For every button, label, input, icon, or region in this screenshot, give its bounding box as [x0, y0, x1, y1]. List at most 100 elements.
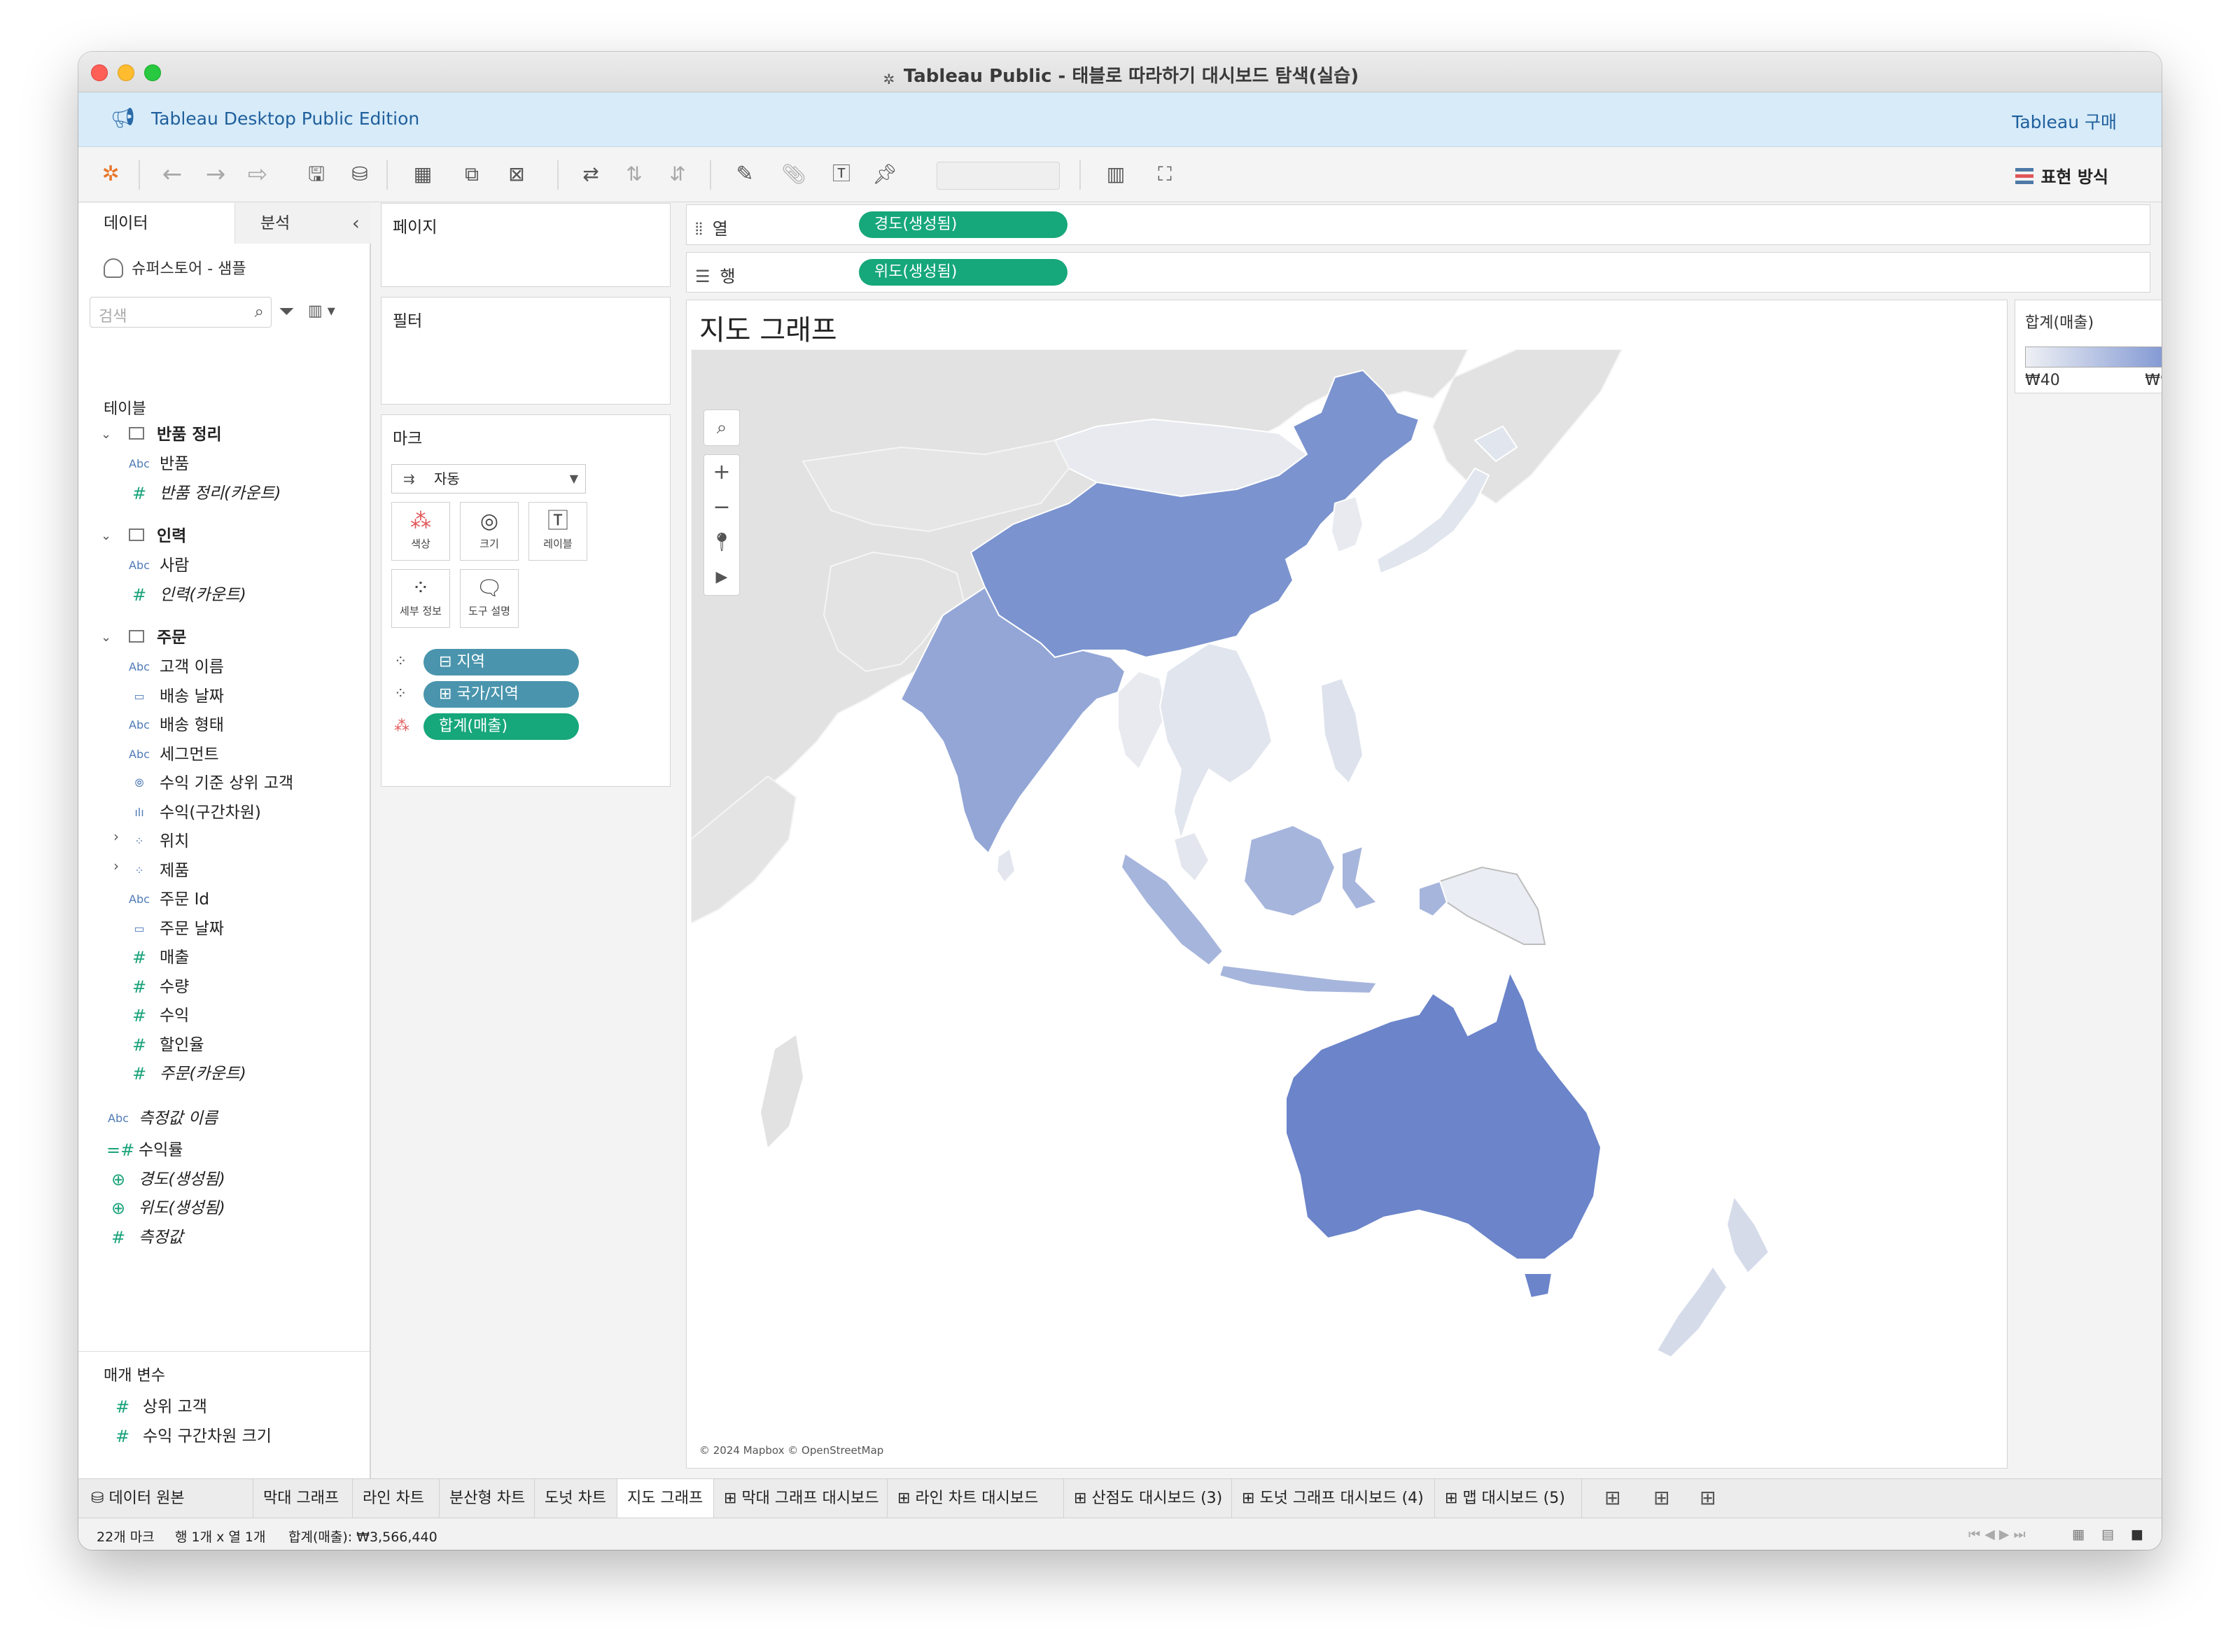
- detail-icon: ⁘: [412, 576, 430, 601]
- new-worksheet-tab-icon[interactable]: ⊞: [1604, 1486, 1620, 1509]
- new-datasource-icon[interactable]: ⛁: [344, 159, 375, 190]
- tab-analysis[interactable]: 분석: [235, 203, 371, 244]
- sheet-tab[interactable]: ⊞ 산점도 대시보드 (3): [1064, 1479, 1232, 1518]
- chevron-down-icon[interactable]: ⌄: [101, 421, 111, 448]
- chevron-down-icon[interactable]: ⌄: [101, 523, 111, 550]
- datasource-item[interactable]: 슈퍼스토어 - 샘플: [104, 256, 246, 279]
- pill-region[interactable]: ⊟ 지역: [424, 649, 579, 676]
- show-cards-icon[interactable]: ▥: [1100, 159, 1131, 190]
- new-dashboard-tab-icon[interactable]: ⊞: [1653, 1486, 1670, 1509]
- label-button[interactable]: 🅃︎ 레이블: [528, 502, 587, 561]
- duplicate-sheet-icon[interactable]: ⧉: [456, 159, 487, 190]
- group-members-icon[interactable]: 📎︎: [778, 159, 809, 190]
- sheet-tab[interactable]: ⊞ 맵 대시보드 (5): [1435, 1479, 1582, 1518]
- number-type-icon: #: [132, 1064, 147, 1084]
- mark-type-dropdown[interactable]: ⇉ 자동 ▼: [391, 464, 586, 493]
- number-type-icon: #: [132, 948, 147, 967]
- rows-shelf[interactable]: ☰ 행 위도(생성됨): [686, 252, 2150, 293]
- chevron-right-icon[interactable]: ›: [113, 828, 119, 845]
- chevron-down-icon[interactable]: ⌄: [101, 624, 111, 651]
- database-icon: ⛁: [91, 1490, 109, 1507]
- map-canvas[interactable]: ⌕ + − 📍︎ ▶: [691, 349, 2004, 1465]
- sheet-tab[interactable]: 막대 그래프: [253, 1479, 353, 1518]
- show-sheet-sorter-icon[interactable]: ▦: [2072, 1527, 2085, 1542]
- columns-shelf[interactable]: ⦙⦙ 열 경도(생성됨): [686, 204, 2150, 245]
- chevron-right-icon[interactable]: ›: [113, 858, 119, 874]
- pill-latitude[interactable]: 위도(생성됨): [859, 259, 1068, 286]
- status-rows-cols: 행 1개 x 열 1개: [175, 1530, 266, 1545]
- table-icon: [125, 624, 148, 651]
- tab-data[interactable]: 데이터: [78, 203, 235, 244]
- save-icon[interactable]: 🖫︎: [301, 159, 332, 190]
- hierarchy-icon: ⁘: [134, 834, 144, 848]
- swap-axes-icon[interactable]: ⇄: [575, 159, 606, 190]
- sheet-tab[interactable]: ⊞ 도넛 그래프 대시보드 (4): [1232, 1479, 1435, 1518]
- filters-card[interactable]: 필터: [381, 297, 671, 405]
- zoom-in-icon[interactable]: +: [704, 455, 739, 490]
- color-icon: ⁂: [394, 718, 410, 735]
- undo-icon[interactable]: ←: [157, 159, 188, 190]
- status-bar: 22개 마크 행 1개 x 열 1개 합계(매출): ₩3,566,440 ⏮ …: [78, 1518, 2162, 1550]
- show-me-icon: [2015, 168, 2034, 186]
- sheet-nav-icons[interactable]: ⏮ ◀ ▶ ⏭: [1968, 1527, 2026, 1542]
- new-worksheet-icon[interactable]: ▦: [407, 159, 438, 190]
- number-type-icon: #: [132, 976, 147, 997]
- set-icon: ⦾: [134, 776, 144, 790]
- search-input[interactable]: 검색 ⌕: [90, 297, 272, 328]
- detail-button[interactable]: ⁘ 세부 정보: [391, 569, 450, 628]
- sheet-tab[interactable]: 분산형 차트: [440, 1479, 535, 1518]
- color-icon: ⁂: [410, 509, 431, 533]
- legend-max: ₩925,236: [2145, 372, 2162, 389]
- sheet-tab[interactable]: 라인 차트: [353, 1479, 440, 1518]
- highlight-icon[interactable]: ✎: [729, 159, 760, 190]
- pin-map-icon[interactable]: 📍︎: [704, 525, 739, 560]
- legend-title: 합계(매출): [2025, 314, 2094, 332]
- sheet-tab[interactable]: ⛁ 데이터 원본: [78, 1479, 253, 1518]
- sheet-tab[interactable]: 지도 그래프: [617, 1479, 714, 1518]
- color-legend[interactable]: 합계(매출) ₩40 ₩925,236: [2015, 300, 2162, 393]
- sort-descending-icon[interactable]: ⇵: [662, 159, 693, 190]
- buy-tableau-link[interactable]: Tableau 구매: [2012, 108, 2117, 134]
- parameters-section: 매개 변수 # 상위 고객 # 수익 구간차원 크기: [78, 1351, 370, 1446]
- filter-icon[interactable]: ⏷: [279, 300, 294, 323]
- pill-sum-sales[interactable]: 합계(매출): [424, 713, 579, 740]
- sheet-tab[interactable]: ⊞ 라인 차트 대시보드: [888, 1479, 1064, 1518]
- pill-country[interactable]: ⊞ 국가/지역: [424, 681, 579, 708]
- show-me-button[interactable]: 표현 방식: [2015, 163, 2108, 188]
- clear-sheet-icon[interactable]: ⊠: [501, 159, 532, 190]
- fit-dropdown[interactable]: [937, 162, 1060, 190]
- replay-icon[interactable]: ⇨: [242, 159, 273, 190]
- geo-field-icon: ⊕: [111, 1169, 126, 1189]
- sheet-tab[interactable]: ⊞ 막대 그래프 대시보드: [714, 1479, 888, 1518]
- abc-type-icon: Abc: [129, 747, 150, 761]
- sort-ascending-icon[interactable]: ⇅: [619, 159, 650, 190]
- pages-card[interactable]: 페이지: [381, 203, 671, 287]
- show-tabs-icon[interactable]: ■: [2131, 1527, 2143, 1542]
- collapse-pane-icon[interactable]: ‹: [352, 211, 360, 234]
- dashboard-icon: ⊞: [1445, 1490, 1463, 1507]
- abc-type-icon: Abc: [129, 718, 150, 732]
- sheet-tab[interactable]: 도넛 차트: [535, 1479, 617, 1518]
- bin-icon: ılı: [134, 805, 144, 819]
- label-icon: 🅃︎: [547, 509, 568, 533]
- map-search-icon[interactable]: ⌕: [704, 410, 739, 445]
- expand-toolbar-icon[interactable]: ▶: [704, 560, 739, 595]
- color-button[interactable]: ⁂ 색상: [391, 502, 450, 561]
- size-button[interactable]: ◎ 크기: [460, 502, 519, 561]
- number-type-icon: #: [115, 1397, 130, 1417]
- rows-icon: ☰: [695, 267, 710, 286]
- abc-type-icon: Abc: [129, 892, 150, 906]
- pin-axes-icon[interactable]: 📌︎: [869, 159, 900, 190]
- show-labels-icon[interactable]: 🅃︎: [826, 159, 857, 190]
- redo-icon[interactable]: →: [200, 159, 231, 190]
- new-story-tab-icon[interactable]: ⊞: [1700, 1486, 1716, 1509]
- pill-longitude[interactable]: 경도(생성됨): [859, 211, 1068, 238]
- view-options-icon[interactable]: ▥ ▾: [308, 302, 335, 320]
- presentation-mode-icon[interactable]: ⛶: [1149, 159, 1180, 190]
- zoom-out-icon[interactable]: −: [704, 490, 739, 525]
- tables-label: 테이블: [104, 400, 146, 418]
- toolbar: ✲ ← → ⇨ 🖫︎ ⛁ ▦ ⧉ ⊠ ⇄ ⇅ ⇵ ✎ 📎︎ 🅃︎ 📌︎ ▥ ⛶ …: [78, 148, 2162, 202]
- tooltip-button[interactable]: 🗨︎ 도구 설명: [460, 569, 519, 628]
- tableau-home-icon[interactable]: ✲: [95, 159, 126, 190]
- show-filmstrip-icon[interactable]: ▤: [2101, 1527, 2114, 1542]
